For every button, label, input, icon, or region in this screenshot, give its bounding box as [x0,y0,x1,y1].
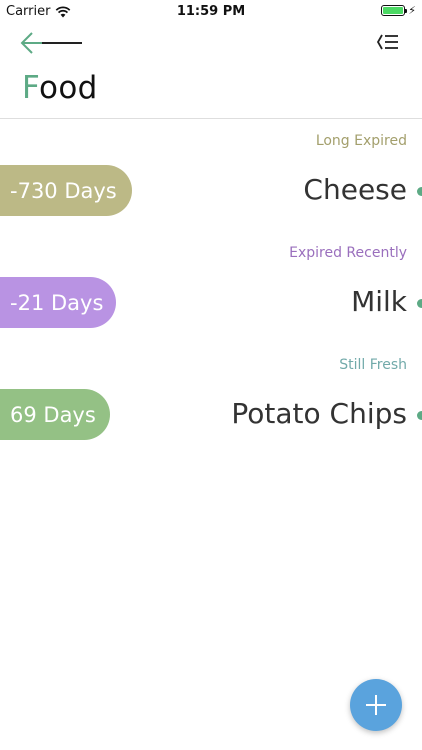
item-name[interactable]: Milk [351,285,407,318]
back-button[interactable] [18,28,88,58]
status-bar: Carrier 11:59 PM ⚡ [0,0,422,24]
battery-tip [405,9,408,13]
list-item-cheese: Long Expired -730 Days Cheese [0,121,422,233]
battery-indicator: ⚡ [381,5,416,16]
item-status-label: Expired Recently [289,245,407,261]
title-letter-o: o [39,70,59,106]
item-name[interactable]: Potato Chips [231,397,407,430]
plus-icon [366,695,386,715]
edge-indicator-dot [417,411,422,420]
days-remaining-pill[interactable]: -730 Days [0,165,132,216]
battery-level-fill [383,7,404,14]
menu-button[interactable] [376,30,402,54]
list-menu-icon [376,34,398,50]
item-status-label: Still Fresh [339,357,407,373]
item-status-label: Long Expired [315,133,407,149]
days-remaining-pill[interactable]: -21 Days [0,277,116,328]
add-item-button[interactable] [350,679,402,731]
item-name[interactable]: Cheese [303,173,407,206]
arrow-left-icon [20,32,82,54]
list-item-milk: Expired Recently -21 Days Milk [0,233,422,345]
battery-icon [381,5,408,16]
days-remaining-pill[interactable]: 69 Days [0,389,110,440]
page-title: Food [22,70,98,106]
charging-bolt-icon: ⚡ [408,4,416,17]
title-rest: od [58,70,98,106]
title-letter-f: F [22,70,40,106]
list-item-potato-chips: Still Fresh 69 Days Potato Chips [0,345,422,457]
edge-indicator-dot [417,187,422,196]
edge-indicator-dot [417,299,422,308]
status-clock: 11:59 PM [176,4,246,19]
header-divider [0,118,422,119]
